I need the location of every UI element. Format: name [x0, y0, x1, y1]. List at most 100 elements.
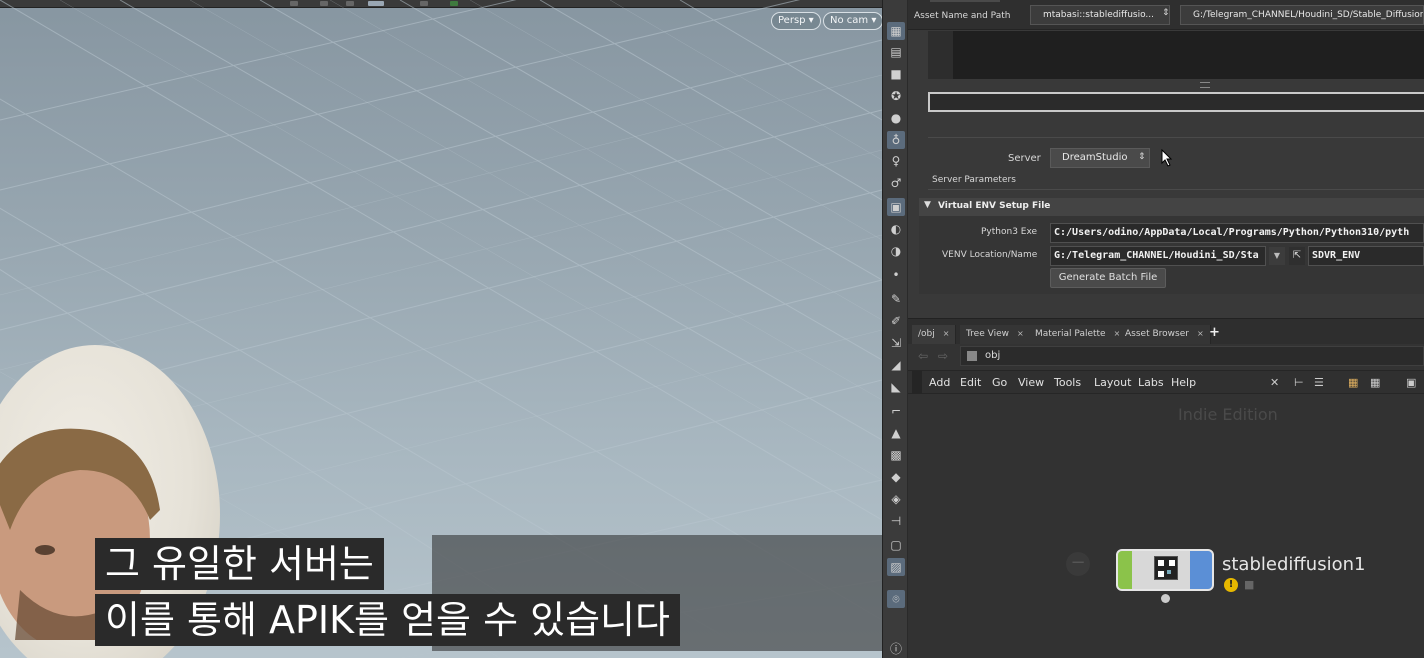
wrench-icon[interactable]: ✕ [1270, 376, 1279, 389]
stepper-icon[interactable]: ⇕ [1162, 8, 1170, 18]
venv-section: ▼ Virtual ENV Setup File Python3 Exe C:/… [919, 198, 1424, 294]
subtitle-line-2: 이를 통해 APIK를 얻을 수 있습니다 [95, 594, 680, 646]
menu-edit[interactable]: Edit [960, 376, 981, 389]
close-icon[interactable]: × [1017, 329, 1024, 338]
close-icon[interactable]: × [943, 329, 950, 338]
path-field[interactable]: obj [960, 346, 1424, 366]
minus-icon[interactable]: − [1066, 552, 1090, 576]
diamond-icon[interactable]: ◆ [887, 468, 905, 486]
menu-help[interactable]: Help [1171, 376, 1196, 389]
string-field[interactable] [928, 92, 1424, 112]
indie-watermark: Indie Edition [1178, 405, 1278, 424]
sphere-icon[interactable]: ● [887, 109, 905, 127]
corner-icon[interactable]: ⌐ [887, 402, 905, 420]
network-canvas[interactable]: Indie Edition − stablediffusion1 ! ■ [908, 394, 1424, 658]
measure-icon[interactable]: ⊣ [887, 512, 905, 530]
point-light-icon[interactable]: ♀ [887, 152, 905, 170]
grid-color-icon[interactable]: ▦ [1348, 376, 1358, 389]
select-stepper-icon[interactable]: ⇕ [1138, 152, 1146, 162]
square-icon[interactable]: ▢ [887, 536, 905, 554]
image-icon[interactable]: ▨ [887, 558, 905, 576]
obj-network-icon [967, 351, 977, 361]
object-icon[interactable]: ◈ [887, 490, 905, 508]
network-tab-bar: /obj × Tree View × Material Palette × Asset… [908, 318, 1424, 345]
menu-view[interactable]: View [1018, 376, 1044, 389]
lock-icon[interactable]: ■ [887, 65, 905, 83]
asset-path-field[interactable]: G:/Telegram_CHANNEL/Houdini_SD/Stable_Di… [1180, 5, 1424, 25]
tab-label: Material Palette [1035, 329, 1106, 339]
collapse-icon[interactable]: ▼ [924, 200, 931, 210]
divider [928, 137, 1424, 138]
close-icon[interactable]: × [1197, 329, 1204, 338]
paint-icon[interactable]: ◢ [887, 356, 905, 374]
perspective-menu[interactable]: Persp ▾ [771, 12, 821, 30]
resize-handle-icon[interactable] [1200, 82, 1210, 88]
view-icon[interactable]: ▦ [887, 22, 905, 40]
asset-label: Asset Name and Path [914, 11, 1011, 21]
tab-asset-browser[interactable]: Asset Browser × [1119, 325, 1211, 345]
texture-icon[interactable]: ▩ [887, 446, 905, 464]
camera-menu[interactable]: No cam ▾ [823, 12, 882, 30]
camera-icon[interactable]: ◐ [887, 220, 905, 238]
python-exe-field[interactable]: C:/Users/odino/AppData/Local/Programs/Py… [1050, 223, 1424, 243]
venv-header[interactable]: ▼ Virtual ENV Setup File [919, 198, 1424, 216]
node-flag[interactable] [1118, 551, 1132, 589]
node-name[interactable]: stablediffusion1 [1222, 554, 1365, 575]
lock-icon[interactable]: ■ [1244, 578, 1254, 591]
tab-label: /obj [918, 329, 935, 339]
network-path-bar: ⇦ ⇨ obj [908, 344, 1424, 370]
warning-icon[interactable]: ! [1224, 578, 1238, 592]
point-icon[interactable]: • [887, 266, 905, 284]
tree-icon[interactable]: ⊢ [1294, 376, 1304, 389]
mountain-icon[interactable]: ▲ [887, 424, 905, 442]
node-display-flag[interactable] [1190, 551, 1212, 589]
divider [928, 189, 1424, 190]
node-stablediffusion[interactable] [1116, 549, 1214, 591]
display-icon[interactable]: ▣ [887, 198, 905, 216]
server-select[interactable]: DreamStudio [1050, 148, 1150, 168]
menu-tools[interactable]: Tools [1054, 376, 1081, 389]
network-menu-bar: Add Edit Go View Tools Layout Labs Help … [908, 370, 1424, 395]
subtitle-line-1: 그 유일한 서버는 [95, 538, 384, 590]
asset-header: Asset Name and Path mtabasi::stablediffu… [908, 0, 1424, 30]
spot-light-icon[interactable]: ♂ [887, 174, 905, 192]
menu-add[interactable]: Add [929, 376, 950, 389]
handle-icon[interactable]: ◑ [887, 242, 905, 260]
menu-labs[interactable]: Labs [1138, 376, 1164, 389]
info-icon[interactable]: ⓘ [887, 640, 905, 658]
menu-go[interactable]: Go [992, 376, 1007, 389]
bulb-icon[interactable]: ♁ [887, 131, 905, 149]
pane-edge [912, 371, 922, 395]
tab-label: Asset Browser [1125, 329, 1189, 339]
asset-name-field[interactable]: mtabasi::stablediffusio... [1030, 5, 1170, 25]
text-area[interactable] [953, 31, 1424, 79]
light-icon[interactable]: ✪ [887, 87, 905, 105]
path-label: obj [985, 350, 1001, 361]
tab-tree-view[interactable]: Tree View × [960, 325, 1031, 345]
tab-material-palette[interactable]: Material Palette × [1029, 325, 1128, 345]
grid-icon[interactable]: ▦ [1370, 376, 1380, 389]
tab-obj[interactable]: /obj × [912, 325, 957, 345]
venv-header-label: Virtual ENV Setup File [938, 201, 1051, 211]
menu-layout[interactable]: Layout [1094, 376, 1131, 389]
forward-arrow-icon[interactable]: ⇨ [938, 349, 948, 363]
generate-batch-button[interactable]: Generate Batch File [1050, 268, 1166, 288]
stamp-icon[interactable]: ◣ [887, 378, 905, 396]
location-icon[interactable]: ⌾ [887, 590, 905, 608]
dropdown-arrow-icon[interactable]: ▼ [1269, 247, 1285, 265]
file-chooser-icon[interactable]: ⇱ [1289, 247, 1305, 265]
pen-icon[interactable]: ✐ [887, 312, 905, 330]
venv-location-field[interactable]: G:/Telegram_CHANNEL/Houdini_SD/Sta [1050, 246, 1266, 266]
select-icon[interactable]: ▤ [887, 43, 905, 61]
venv-name-field[interactable]: SDVR_ENV [1308, 246, 1424, 266]
mouse-cursor-icon [1161, 149, 1173, 167]
brush-icon[interactable]: ✎ [887, 290, 905, 308]
add-tab-button[interactable]: + [1209, 325, 1220, 340]
python-label: Python3 Exe [981, 227, 1038, 237]
panel-icon[interactable]: ▣ [1406, 376, 1416, 389]
text-area-gutter [928, 31, 953, 79]
list-icon[interactable]: ☰ [1314, 376, 1324, 389]
snap-icon[interactable]: ⇲ [887, 334, 905, 352]
node-output-connector[interactable] [1161, 594, 1170, 603]
back-arrow-icon[interactable]: ⇦ [918, 349, 928, 363]
